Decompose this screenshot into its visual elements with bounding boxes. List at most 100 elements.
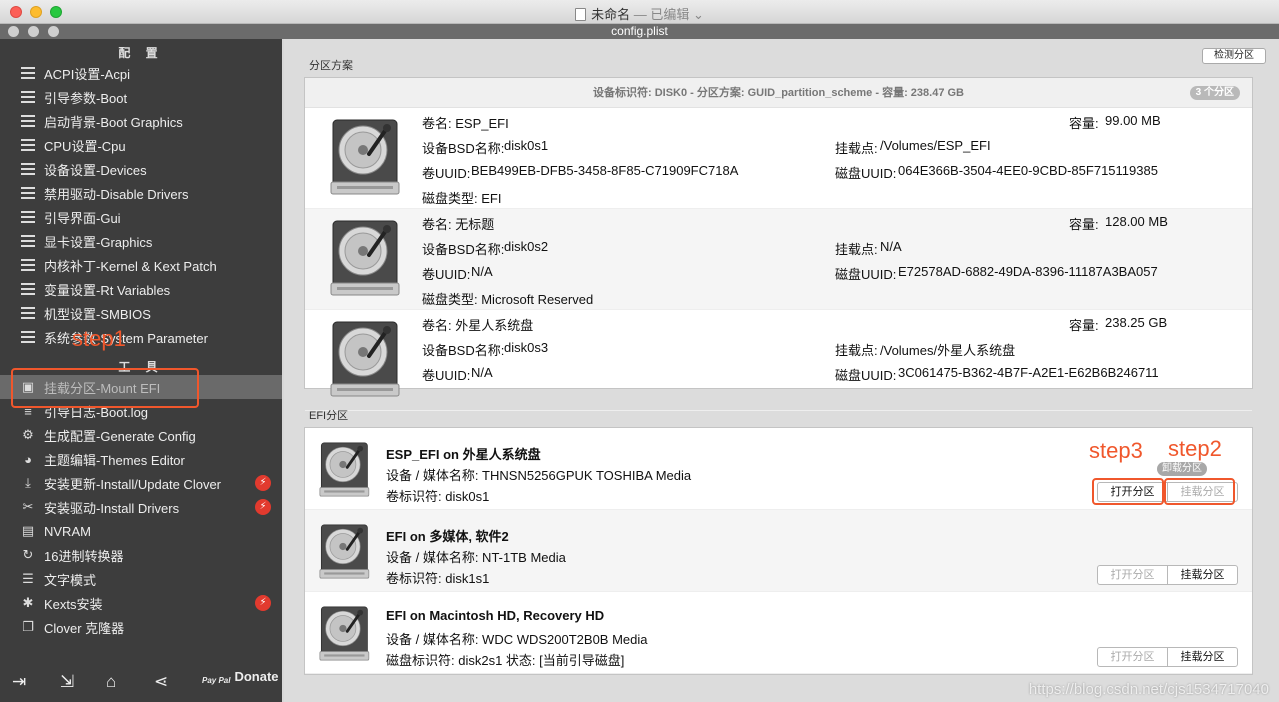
sidebar-item-config[interactable]: 设备设置-Devices (0, 157, 282, 181)
hard-drive-icon (327, 318, 403, 398)
detect-partitions-button[interactable]: 检测分区 (1202, 48, 1266, 64)
sidebar-item-tool[interactable]: ✂ 安装驱动-Install Drivers ⚡ (0, 495, 282, 519)
disk-summary: 设备标识符: DISK0 - 分区方案: GUID_partition_sche… (592, 87, 964, 99)
home-icon[interactable]: ⌂ (106, 672, 116, 692)
volume-uuid-label: 卷UUID: (422, 267, 471, 282)
efi-title: EFI on 多媒体, 软件2 (386, 529, 509, 544)
puzzle-icon: ✱ (22, 595, 34, 610)
open-partition-button[interactable]: 打开分区 (1098, 648, 1167, 666)
sidebar-item-label: 系统参数-System Parameter (44, 330, 208, 346)
mount-point-label: 挂载点: (835, 141, 878, 156)
partition-scheme-label: 分区方案 (309, 60, 353, 72)
bsd-name-label: 设备BSD名称: (422, 242, 505, 257)
refresh-icon: ↻ (22, 547, 34, 562)
sidebar-item-tool[interactable]: ⚙ 生成配置-Generate Config (0, 423, 282, 447)
unmount-tooltip: 卸载分区 (1157, 462, 1207, 476)
sidebar-item-config[interactable]: 启动背景-Boot Graphics (0, 109, 282, 133)
sidebar-item-config[interactable]: ACPI设置-Acpi (0, 61, 282, 85)
file-tab-bar: config.plist (0, 24, 1279, 39)
sidebar-item-label: 显卡设置-Graphics (44, 234, 153, 250)
import-icon[interactable]: ⇥ (12, 672, 26, 692)
donate-button[interactable]: Pay Pal Donate (202, 669, 279, 685)
sidebar-item-tool[interactable]: ▤ NVRAM (0, 519, 282, 543)
open-partition-button[interactable]: 打开分区 (1098, 566, 1167, 584)
list-icon (20, 137, 36, 153)
partition-row[interactable]: 卷名: 外星人系统盘 容量: 238.25 GB 设备BSD名称: disk0s… (305, 310, 1252, 411)
disk-uuid-value: E72578AD-6882-49DA-8396-11187A3BA057 (898, 264, 1158, 279)
sidebar-item-config[interactable]: 机型设置-SMBIOS (0, 301, 282, 325)
capacity-label: 容量: (1069, 318, 1099, 333)
list-icon (20, 257, 36, 273)
sidebar-item-config[interactable]: CPU设置-Cpu (0, 133, 282, 157)
efi-identifier: 磁盘标识符: disk2s1 状态: [当前引导磁盘] (386, 653, 625, 668)
efi-partition-row[interactable]: EFI on 多媒体, 软件2 设备 / 媒体名称: NT-1TB Media … (305, 510, 1252, 592)
config-section-header: 配 置 (118, 46, 164, 60)
sidebar-item-label: 安装更新-Install/Update Clover (44, 476, 221, 492)
sidebar-item-label: 文字模式 (44, 572, 97, 588)
mount-partition-button[interactable]: 挂载分区 (1167, 648, 1237, 666)
sidebar-item-tool[interactable]: ↻ 16进制转换器 (0, 543, 282, 567)
sidebar-item-label: 设备设置-Devices (44, 162, 147, 178)
sidebar-item-config[interactable]: 禁用驱动-Disable Drivers (0, 181, 282, 205)
capacity-label: 容量: (1069, 217, 1099, 232)
sidebar-item-label: 主题编辑-Themes Editor (44, 452, 185, 468)
step3-highlight-box (1092, 478, 1164, 505)
sidebar-item-label: 机型设置-SMBIOS (44, 306, 151, 322)
capacity-value: 99.00 MB (1105, 113, 1161, 128)
window-titlebar: 未命名 — 已编辑 ⌄ (0, 0, 1279, 24)
mount-point-value: /Volumes/ESP_EFI (880, 138, 991, 153)
disk-header: 设备标识符: DISK0 - 分区方案: GUID_partition_sche… (305, 78, 1252, 108)
watermark: https://blog.csdn.net/cjs1534717040 (1028, 681, 1269, 698)
mount-point-value: N/A (880, 239, 902, 254)
partition-row[interactable]: 卷名: 无标题 容量: 128.00 MB 设备BSD名称: disk0s2 挂… (305, 209, 1252, 310)
sidebar-item-label: 生成配置-Generate Config (44, 428, 196, 444)
sidebar-item-tool[interactable]: ✱ Kexts安装 ⚡ (0, 591, 282, 615)
efi-action-buttons: 打开分区 挂载分区 (1097, 647, 1238, 667)
update-alert-icon: ⚡ (255, 499, 271, 515)
disk-type: 磁盘类型: Microsoft Reserved (422, 292, 594, 307)
step2-annotation: step2 (1168, 436, 1222, 461)
export-icon[interactable]: ⇲ (60, 672, 74, 692)
sidebar-item-label: 引导参数-Boot (44, 90, 128, 106)
efi-partition-row[interactable]: EFI on Macintosh HD, Recovery HD 设备 / 媒体… (305, 592, 1252, 674)
step2-highlight-box (1164, 478, 1235, 505)
sidebar-item-config[interactable]: 系统参数-System Parameter (0, 325, 282, 349)
palette-icon: ◕ (24, 451, 32, 467)
list-icon (20, 161, 36, 177)
sidebar-item-tool[interactable]: ❐ Clover 克隆器 (0, 615, 282, 639)
sidebar-item-label: Kexts安装 (44, 596, 103, 612)
sidebar-item-label: 内核补丁-Kernel & Kext Patch (44, 258, 217, 274)
sidebar-item-tool[interactable]: ◕ 主题编辑-Themes Editor (0, 447, 282, 471)
sidebar-item-tool[interactable]: ☰ 文字模式 (0, 567, 282, 591)
window-edited-status[interactable]: — 已编辑 (634, 7, 690, 22)
bsd-name-value: disk0s3 (504, 340, 549, 355)
mount-partition-button[interactable]: 挂载分区 (1167, 566, 1237, 584)
sidebar-item-config[interactable]: 显卡设置-Graphics (0, 229, 282, 253)
sidebar-item-config[interactable]: 内核补丁-Kernel & Kext Patch (0, 253, 282, 277)
download-icon: ⤓ (25, 475, 31, 490)
sidebar-item-label: 禁用驱动-Disable Drivers (44, 186, 189, 202)
list-icon (20, 233, 36, 249)
clone-icon: ❐ (22, 619, 34, 634)
list-icon (20, 305, 36, 321)
sidebar-item-config[interactable]: 引导参数-Boot (0, 85, 282, 109)
list-icon (20, 209, 36, 225)
partition-row[interactable]: 卷名: ESP_EFI 容量: 99.00 MB 设备BSD名称: disk0s… (305, 108, 1252, 209)
list-icon (20, 89, 36, 105)
sidebar-item-config[interactable]: 引导界面-Gui (0, 205, 282, 229)
efi-title: ESP_EFI on 外星人系统盘 (386, 447, 541, 462)
sidebar-item-tool[interactable]: ⤓ 安装更新-Install/Update Clover ⚡ (0, 471, 282, 495)
volume-name: 卷名: 外星人系统盘 (422, 318, 534, 333)
disk-type: 磁盘类型: EFI (422, 191, 502, 206)
window-title: 未命名 — 已编辑 ⌄ (0, 4, 1279, 23)
sidebar-item-label: Clover 克隆器 (44, 620, 125, 636)
share-icon[interactable]: ⋖ (154, 672, 168, 692)
main-panel: 分区方案 检测分区 设备标识符: DISK0 - 分区方案: GUID_part… (284, 39, 1279, 702)
disk-uuid-label: 磁盘UUID: (835, 166, 897, 181)
update-alert-icon: ⚡ (255, 595, 271, 611)
disk-uuid-value: 3C061475-B362-4B7F-A2E1-E62B6B246711 (898, 365, 1159, 380)
chevron-down-icon[interactable]: ⌄ (693, 7, 704, 22)
mount-point-value: /Volumes/外星人系统盘 (880, 343, 1016, 358)
sidebar-item-config[interactable]: 变量设置-Rt Variables (0, 277, 282, 301)
window-title-name: 未命名 (591, 7, 631, 22)
